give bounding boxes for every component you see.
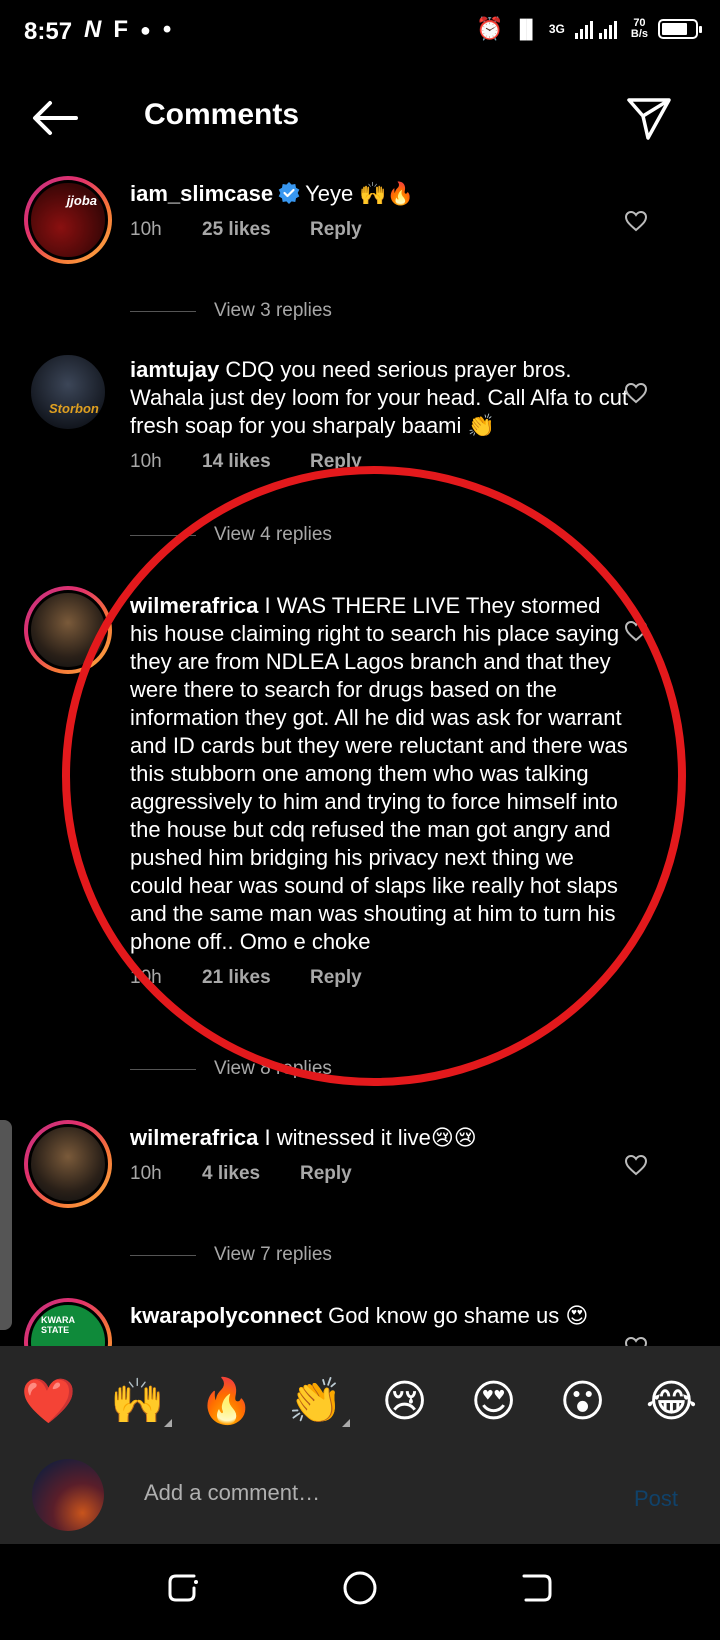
system-nav-bar bbox=[0, 1544, 720, 1640]
comment-text: I WAS THERE LIVE They stormed his house … bbox=[130, 593, 628, 954]
like-heart-icon[interactable] bbox=[624, 1336, 648, 1346]
comment-text: I witnessed it live😢😢 bbox=[264, 1125, 477, 1150]
share-send-icon[interactable] bbox=[626, 96, 672, 140]
comment-username[interactable]: wilmerafrica bbox=[130, 1125, 258, 1150]
comment-time: 10h bbox=[130, 967, 162, 988]
comment-input[interactable]: Add a comment… bbox=[144, 1480, 320, 1506]
reaction-crying[interactable]: 😢 bbox=[365, 1376, 445, 1427]
facebook-icon: F bbox=[113, 16, 129, 43]
post-button[interactable]: Post bbox=[634, 1486, 678, 1512]
scroll-indicator[interactable] bbox=[0, 1120, 12, 1330]
comment-text: Yeye 🙌🔥 bbox=[305, 181, 415, 206]
current-user-avatar bbox=[32, 1459, 104, 1531]
reply-button[interactable]: Reply bbox=[310, 964, 362, 992]
vibrate-icon: ▐▌ bbox=[513, 18, 539, 39]
page-title: Comments bbox=[144, 98, 300, 131]
notification-icons: N F ● • bbox=[84, 16, 171, 44]
recent-apps-icon[interactable] bbox=[164, 1568, 204, 1608]
more-notifications-dot: • bbox=[162, 16, 172, 43]
comment-time: 10h bbox=[130, 219, 162, 240]
home-icon[interactable] bbox=[340, 1568, 380, 1608]
avatar[interactable]: Storbon bbox=[24, 348, 112, 436]
comment-likes[interactable]: 21 likes bbox=[202, 964, 310, 992]
comment-likes[interactable]: 14 likes bbox=[202, 448, 310, 476]
quick-reactions-bar: ❤️ 🙌 🔥 👏 😢 😍 😮 😂 bbox=[0, 1346, 720, 1456]
reaction-clap[interactable]: 👏 bbox=[276, 1375, 356, 1427]
reaction-fire[interactable]: 🔥 bbox=[187, 1375, 267, 1427]
reply-button[interactable]: Reply bbox=[310, 216, 362, 244]
back-arrow-icon[interactable] bbox=[30, 98, 80, 138]
comment-username[interactable]: iamtujay bbox=[130, 357, 219, 382]
avatar-text: jjoba bbox=[66, 193, 97, 208]
view-replies-button[interactable]: View 3 replies bbox=[130, 300, 332, 322]
back-nav-icon[interactable] bbox=[516, 1568, 556, 1608]
status-right: ⏰ ▐▌ 3G 70 B/s bbox=[475, 16, 702, 42]
comment-meta: 10h 25 likes Reply bbox=[130, 216, 630, 244]
avatar-text: KWARA STATE bbox=[41, 1315, 75, 1335]
signal-icon bbox=[574, 21, 617, 39]
view-replies-button[interactable]: View 7 replies bbox=[130, 1244, 332, 1266]
reaction-heart-eyes[interactable]: 😍 bbox=[454, 1376, 534, 1427]
reply-button[interactable]: Reply bbox=[310, 448, 362, 476]
reaction-heart[interactable]: ❤️ bbox=[9, 1375, 89, 1427]
comment-meta: 10h 21 likes Reply bbox=[130, 964, 630, 992]
like-heart-icon[interactable] bbox=[624, 1154, 648, 1176]
verified-badge-icon bbox=[278, 182, 300, 204]
comment-meta: 10h 14 likes Reply bbox=[130, 448, 630, 476]
snapchat-icon: ● bbox=[140, 19, 151, 40]
like-heart-icon[interactable] bbox=[624, 620, 648, 642]
status-time: 8:57 bbox=[24, 18, 73, 45]
avatar[interactable]: KWARA STATE bbox=[24, 1298, 112, 1346]
comment-username[interactable]: iam_slimcase bbox=[130, 181, 273, 206]
like-heart-icon[interactable] bbox=[624, 210, 648, 232]
reaction-laughing[interactable]: 😂 bbox=[632, 1376, 712, 1427]
netflix-icon: N bbox=[84, 16, 102, 43]
battery-icon bbox=[658, 19, 702, 39]
comment-input-bar: Add a comment… Post bbox=[0, 1456, 720, 1544]
reply-button[interactable]: Reply bbox=[300, 1160, 352, 1188]
avatar[interactable] bbox=[24, 1120, 112, 1208]
comment-meta: 10h 4 likes Reply bbox=[130, 1160, 630, 1188]
network-type: 3G bbox=[548, 22, 565, 36]
comment-likes[interactable]: 25 likes bbox=[202, 216, 310, 244]
status-bar: 8:57 N F ● • ⏰ ▐▌ 3G 70 B/s bbox=[0, 0, 720, 64]
comment-text: God know go shame us 😍 bbox=[328, 1303, 589, 1328]
view-replies-button[interactable]: View 4 replies bbox=[130, 524, 332, 546]
avatar[interactable] bbox=[24, 586, 112, 674]
comment-likes[interactable]: 4 likes bbox=[202, 1160, 300, 1188]
avatar-text: Storbon bbox=[49, 401, 99, 416]
header: Comments bbox=[0, 80, 720, 152]
comment-username[interactable]: kwarapolyconnect bbox=[130, 1303, 322, 1328]
alarm-icon: ⏰ bbox=[475, 16, 504, 41]
reaction-raised-hands[interactable]: 🙌 bbox=[98, 1375, 178, 1427]
comment-time: 10h bbox=[130, 1163, 162, 1184]
avatar[interactable]: jjoba bbox=[24, 176, 112, 264]
view-replies-button[interactable]: View 8 replies bbox=[130, 1058, 332, 1080]
reaction-surprised[interactable]: 😮 bbox=[543, 1376, 623, 1427]
comment-username[interactable]: wilmerafrica bbox=[130, 593, 258, 618]
network-speed: 70 B/s bbox=[630, 17, 648, 40]
comment-time: 10h bbox=[130, 451, 162, 472]
like-heart-icon[interactable] bbox=[624, 382, 648, 404]
comments-list[interactable]: jjoba iam_slimcase Yeye 🙌🔥 10h 25 likes R… bbox=[0, 168, 720, 1346]
